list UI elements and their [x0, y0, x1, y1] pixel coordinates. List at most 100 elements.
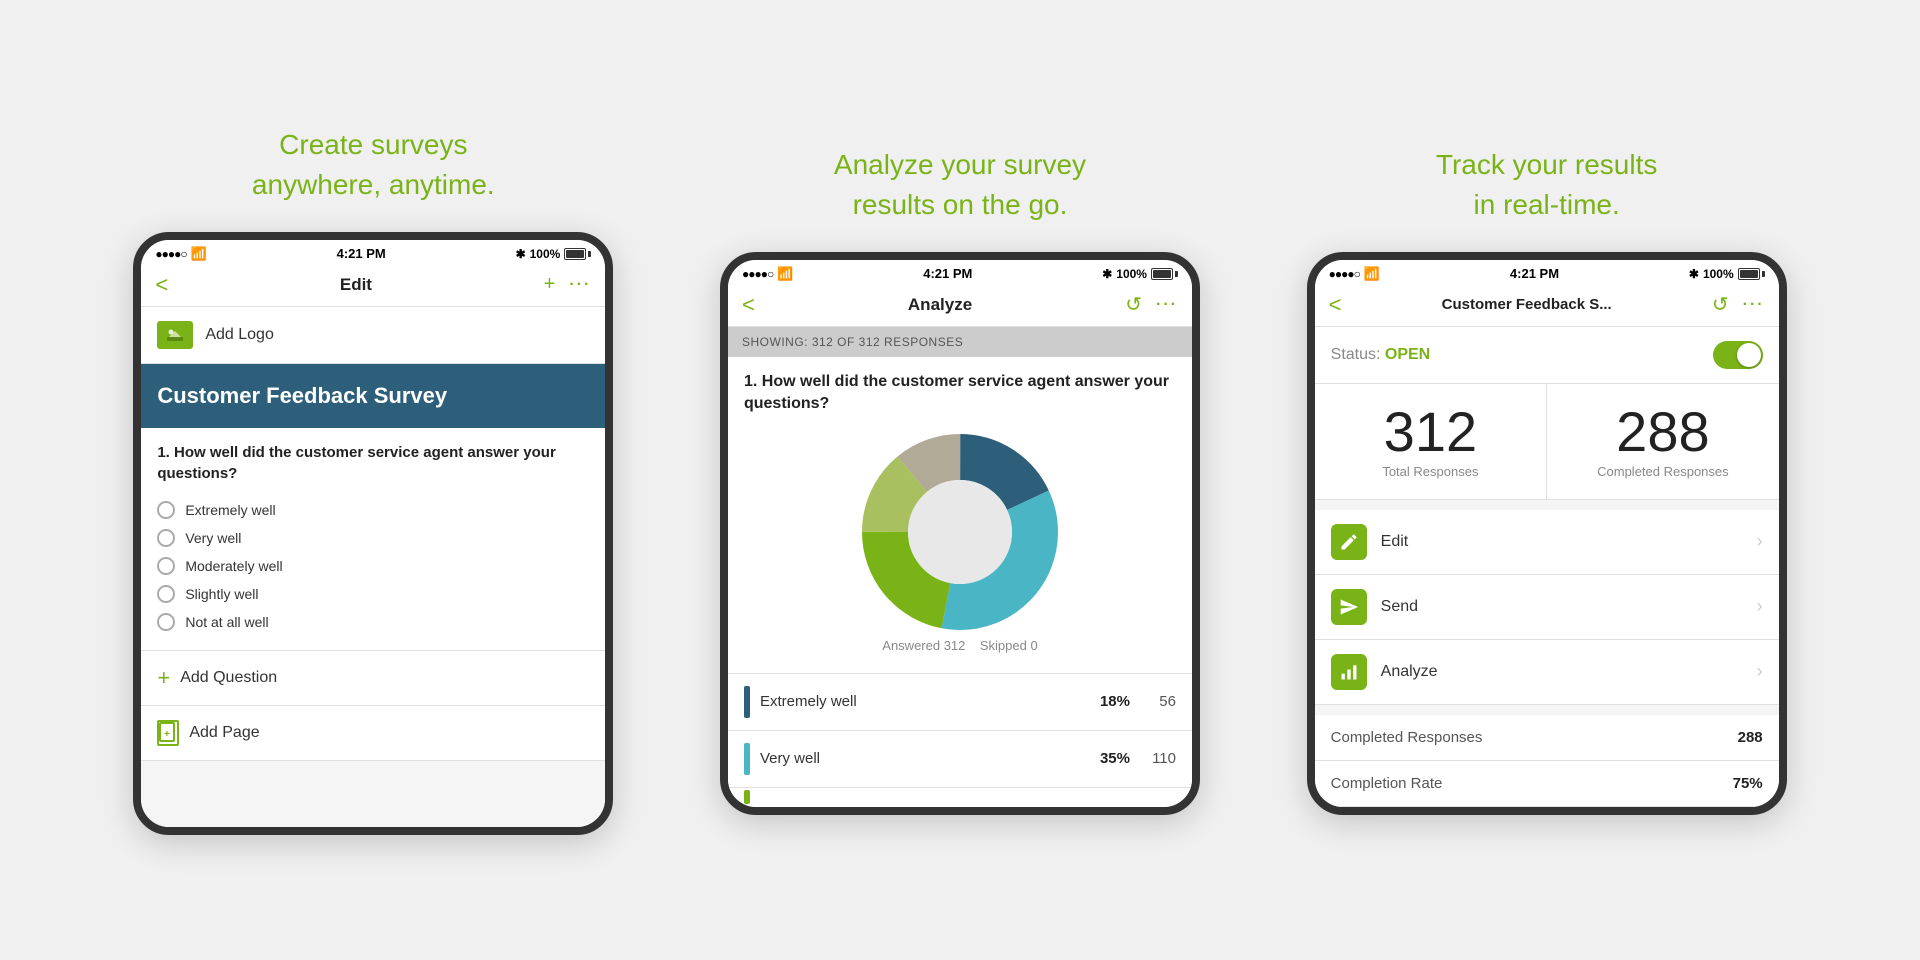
- result-label: Extremely well: [760, 693, 1090, 710]
- result-row-extremely: Extremely well 18% 56: [728, 673, 1192, 730]
- status-bar-edit: ●●●●○ 📶 4:21 PM ✱ 100%: [141, 240, 605, 266]
- option-label: Slightly well: [185, 586, 258, 602]
- option-moderately-well[interactable]: Moderately well: [157, 552, 589, 580]
- option-label: Extremely well: [185, 502, 275, 518]
- more-icon[interactable]: ···: [1156, 296, 1178, 314]
- column-analyze: Analyze your survey results on the go. ●…: [680, 145, 1240, 814]
- answered-skipped: Answered 312 Skipped 0: [744, 638, 1176, 663]
- phone-edit: ●●●●○ 📶 4:21 PM ✱ 100% < Edit: [133, 232, 613, 835]
- result-label: Very well: [760, 750, 1090, 767]
- nav-title-edit: Edit: [340, 275, 372, 295]
- chevron-right-icon: ›: [1757, 596, 1763, 617]
- result-count: 110: [1148, 750, 1176, 767]
- refresh-icon[interactable]: ↺: [1712, 292, 1729, 317]
- detail-completion-rate: Completion Rate 75%: [1315, 761, 1779, 807]
- action-send[interactable]: Send ›: [1315, 575, 1779, 640]
- add-page-icon: +: [157, 720, 179, 746]
- detail-val: 75%: [1733, 775, 1763, 792]
- survey-title: Customer Feedback Survey: [157, 382, 589, 411]
- bluetooth-icon: ✱: [1689, 267, 1699, 281]
- screen-bottom: [141, 761, 605, 801]
- radio-circle: [157, 501, 175, 519]
- showing-bar: SHOWING: 312 of 312 Responses: [728, 327, 1192, 357]
- battery-icon: [564, 248, 591, 260]
- total-responses-number: 312: [1331, 404, 1531, 460]
- detail-key: Completion Rate: [1331, 775, 1443, 792]
- answered-label: Answered 312: [882, 638, 965, 653]
- add-question-row[interactable]: + Add Question: [141, 651, 605, 706]
- status-time: 4:21 PM: [337, 246, 386, 261]
- option-extremely-well[interactable]: Extremely well: [157, 496, 589, 524]
- bar-chart-icon: [1339, 662, 1359, 682]
- radio-circle: [157, 585, 175, 603]
- action-edit[interactable]: Edit ›: [1315, 510, 1779, 575]
- analyze-icon-box: [1331, 654, 1367, 690]
- nav-bar-analyze: < Analyze ↺ ···: [728, 286, 1192, 327]
- status-row: Status: OPEN: [1315, 327, 1779, 384]
- battery-pct: 100%: [1116, 267, 1147, 281]
- wifi-icon: 📶: [777, 266, 793, 282]
- back-button[interactable]: <: [155, 272, 168, 298]
- chevron-right-icon: ›: [1757, 661, 1763, 682]
- donut-hole: [908, 480, 1012, 584]
- total-responses-label: Total Responses: [1331, 464, 1531, 479]
- status-value: OPEN: [1385, 346, 1430, 363]
- analyze-question: 1. How well did the customer service age…: [744, 371, 1176, 416]
- nav-bar-edit: < Edit + ···: [141, 266, 605, 307]
- screen-edit: Add Logo Customer Feedback Survey 1. How…: [141, 307, 605, 827]
- add-page-row[interactable]: + Add Page: [141, 706, 605, 761]
- radio-circle: [157, 613, 175, 631]
- battery-pct: 100%: [1703, 267, 1734, 281]
- completed-responses-number: 288: [1563, 404, 1763, 460]
- action-send-label: Send: [1381, 598, 1757, 616]
- battery-icon: [1738, 268, 1765, 280]
- result-row-very: Very well 35% 110: [728, 730, 1192, 787]
- result-pct: 35%: [1100, 750, 1130, 767]
- signal-dots: ●●●●○: [742, 267, 773, 281]
- phone-analyze: ●●●●○ 📶 4:21 PM ✱ 100% < Analyze: [720, 252, 1200, 815]
- option-slightly-well[interactable]: Slightly well: [157, 580, 589, 608]
- back-button[interactable]: <: [742, 292, 755, 318]
- option-label: Not at all well: [185, 614, 268, 630]
- signal-dots: ●●●●○: [1329, 267, 1360, 281]
- detail-val: 288: [1738, 729, 1763, 746]
- refresh-icon[interactable]: ↺: [1125, 292, 1142, 317]
- add-page-label: Add Page: [189, 724, 259, 742]
- toggle-open[interactable]: [1713, 341, 1763, 369]
- results-list: Extremely well 18% 56 Very well 35% 110: [728, 673, 1192, 807]
- donut-chart: [744, 432, 1176, 632]
- add-icon[interactable]: +: [544, 273, 556, 296]
- option-very-well[interactable]: Very well: [157, 524, 589, 552]
- action-list: Edit › Send ›: [1315, 510, 1779, 705]
- result-pct: 18%: [1100, 693, 1130, 710]
- option-label: Very well: [185, 530, 241, 546]
- back-button[interactable]: <: [1329, 292, 1342, 318]
- result-color-bar: [744, 790, 750, 804]
- survey-title-block: Customer Feedback Survey: [141, 364, 605, 429]
- wifi-icon: 📶: [191, 246, 207, 262]
- radio-circle: [157, 529, 175, 547]
- add-logo-row[interactable]: Add Logo: [141, 307, 605, 364]
- status-bar-track: ●●●●○ 📶 4:21 PM ✱ 100%: [1315, 260, 1779, 286]
- track-content: Status: OPEN 312 Total Responses 288 Com…: [1315, 327, 1779, 807]
- detail-completed-responses: Completed Responses 288: [1315, 715, 1779, 761]
- action-edit-label: Edit: [1381, 533, 1757, 551]
- nav-title-track: Customer Feedback S...: [1442, 296, 1612, 313]
- question-text: 1. How well did the customer service age…: [157, 442, 589, 484]
- column-title-edit: Create surveys anywhere, anytime.: [252, 125, 495, 203]
- stats-row: 312 Total Responses 288 Completed Respon…: [1315, 384, 1779, 500]
- toggle-knob: [1737, 343, 1761, 367]
- option-not-at-all[interactable]: Not at all well: [157, 608, 589, 636]
- status-time: 4:21 PM: [1510, 266, 1559, 281]
- column-title-analyze: Analyze your survey results on the go.: [834, 145, 1086, 223]
- more-icon[interactable]: ···: [569, 276, 591, 294]
- action-analyze[interactable]: Analyze ›: [1315, 640, 1779, 705]
- bluetooth-icon: ✱: [516, 247, 526, 261]
- add-question-label: Add Question: [180, 669, 277, 687]
- completed-responses-block: 288 Completed Responses: [1547, 384, 1779, 499]
- result-row-moderately: [728, 787, 1192, 807]
- more-icon[interactable]: ···: [1743, 296, 1765, 314]
- action-analyze-label: Analyze: [1381, 663, 1757, 681]
- chevron-right-icon: ›: [1757, 531, 1763, 552]
- edit-icon: [1339, 532, 1359, 552]
